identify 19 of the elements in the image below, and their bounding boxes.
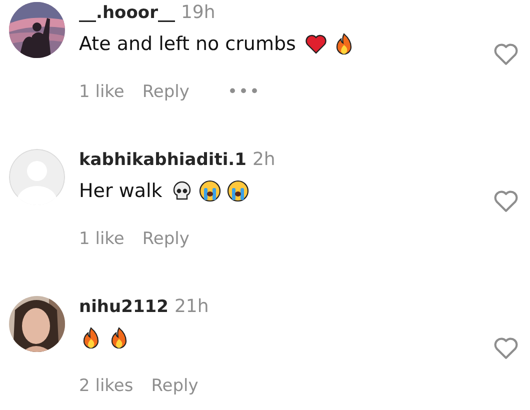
comment-text: Her walk [79,180,162,202]
comment-text: Ate and left no crumbs [79,33,296,55]
avatar-icon [9,149,65,205]
likes-count[interactable]: 1 like [79,229,124,249]
timestamp: 19h [180,2,216,23]
reply-link[interactable]: Reply [151,376,198,396]
username[interactable]: __.hooor__ [79,3,175,23]
timestamp: 2h [252,149,276,170]
reply-link[interactable]: Reply [142,82,190,102]
crying-face-icon [198,179,222,203]
crying-face-icon [226,179,250,203]
likes-count[interactable]: 1 like [79,82,124,102]
username[interactable]: nihu2112 [79,297,168,317]
likes-count[interactable]: 2 likes [79,376,134,396]
heart-icon [304,32,328,56]
username[interactable]: kabhikabhiaditi.1 [79,150,246,170]
timestamp: 21h [174,296,209,317]
reply-link[interactable]: Reply [142,229,190,249]
more-options[interactable]: ••• [227,82,261,102]
